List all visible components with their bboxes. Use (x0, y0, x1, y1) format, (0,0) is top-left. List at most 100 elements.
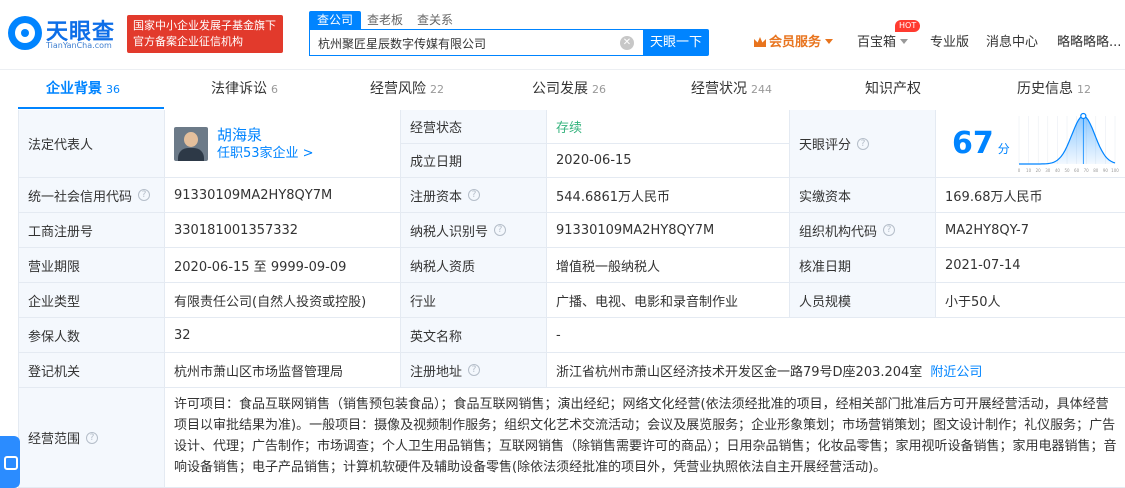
scope-label-cell: 经营范围? (19, 388, 165, 488)
vip-service-label: 会员服务 (769, 35, 822, 50)
side-float-button[interactable] (0, 436, 20, 488)
tab-company-development[interactable]: 公司发展 26 (532, 71, 606, 109)
help-icon[interactable]: ? (883, 224, 896, 236)
legal-rep-cell: 胡海泉 任职53家企业 > (165, 110, 401, 178)
address-label: 注册地址 (410, 364, 463, 380)
tab-count: 26 (592, 83, 606, 96)
address-value: 浙江省杭州市萧山区经济技术开发区金一路79号D座203.204室 (556, 364, 923, 380)
approval-date-label: 核准日期 (790, 248, 936, 283)
paid-capital-label: 实缴资本 (790, 178, 936, 213)
nearby-companies-link[interactable]: 附近公司 (930, 361, 982, 380)
tab-business-risk[interactable]: 经营风险 22 (370, 71, 444, 109)
pro-version-link[interactable]: 专业版 (930, 34, 969, 52)
score-tick-label: 20 (1036, 168, 1042, 173)
industry-label: 行业 (401, 283, 547, 318)
english-name-value: - (547, 318, 1125, 353)
score-tick-label: 90 (1103, 168, 1109, 173)
tab-label: 经营风险 (370, 81, 426, 97)
search-tab-boss[interactable]: 查老板 (367, 11, 403, 29)
help-icon[interactable]: ? (468, 189, 481, 201)
status-value: 存续 (547, 110, 790, 144)
industry-value: 广播、电视、电影和录音制作业 (547, 283, 790, 318)
search-input[interactable]: 杭州聚匠星辰数字传媒有限公司 ✕ (309, 29, 643, 56)
score-label-cell: 天眼评分? (790, 110, 936, 178)
search-input-value: 杭州聚匠星辰数字传媒有限公司 (318, 37, 487, 51)
tab-company-background[interactable]: 企业背景 36 (46, 71, 120, 109)
credit-code-label-cell: 统一社会信用代码? (19, 178, 165, 213)
status-label: 经营状态 (401, 110, 547, 144)
tab-intellectual-property[interactable]: 知识产权 (865, 71, 921, 109)
score-unit: 分 (997, 142, 1010, 156)
vip-service-menu[interactable]: 会员服务 (754, 34, 834, 52)
company-info-table: 法定代表人 胡海泉 任职53家企业 > 经营状态 存续 成立日期 2020-06… (18, 110, 1125, 488)
taxpayer-id-label-cell: 纳税人识别号? (401, 213, 547, 248)
tab-label: 经营状况 (691, 81, 747, 97)
score-tick-label: 80 (1093, 168, 1099, 173)
tab-label: 企业背景 (46, 81, 102, 97)
help-icon[interactable]: ? (86, 431, 99, 444)
legal-rep-label: 法定代表人 (19, 110, 165, 178)
tab-count: 36 (106, 83, 120, 96)
taxpayer-id-label: 纳税人识别号 (410, 224, 489, 240)
tab-count: 6 (271, 83, 278, 96)
legal-rep-info: 胡海泉 任职53家企业 > (217, 125, 314, 163)
treasure-box-menu[interactable]: 百宝箱 (857, 34, 909, 52)
help-icon[interactable]: ? (468, 364, 481, 376)
address-label-cell: 注册地址? (401, 353, 547, 388)
search-tab-company[interactable]: 查公司 (309, 11, 362, 29)
score-value: 67 (952, 125, 994, 161)
biz-reg-no-value: 330181001357332 (165, 213, 401, 248)
legal-rep-positions-link[interactable]: 任职53家企业 > (217, 145, 314, 163)
staff-size-value: 小于50人 (936, 283, 1125, 318)
hot-badge: HOT (895, 20, 921, 32)
insured-value: 32 (165, 318, 401, 353)
legal-rep-avatar[interactable] (174, 126, 208, 161)
gov-badge-line1: 国家中小企业发展子基金旗下 (133, 19, 276, 32)
help-icon[interactable]: ? (138, 189, 151, 201)
gov-fund-badge: 国家中小企业发展子基金旗下 官方备案企业征信机构 (127, 15, 283, 53)
clear-icon[interactable]: ✕ (620, 36, 634, 50)
legal-rep-name-link[interactable]: 胡海泉 (217, 125, 314, 145)
help-icon[interactable]: ? (494, 224, 507, 236)
biz-reg-no-label: 工商注册号 (19, 213, 165, 248)
treasure-box-label: 百宝箱 (857, 35, 897, 50)
search-button[interactable]: 天眼一下 (643, 29, 709, 56)
score-tick-label: 50 (1064, 168, 1070, 173)
org-code-label: 组织机构代码 (799, 224, 878, 240)
score-tick-label: 0 (1018, 168, 1021, 173)
score-label: 天眼评分 (799, 138, 852, 153)
score-distribution-chart: 0 10 20 30 40 50 60 70 80 90 100 (1018, 112, 1119, 173)
gov-badge-line2: 官方备案企业征信机构 (133, 35, 243, 48)
reg-authority-label: 登记机关 (19, 353, 165, 388)
score-chart-ticks: 0 10 20 30 40 50 60 70 80 90 100 (1018, 168, 1119, 173)
taxpayer-id-value: 91330109MA2HY8QY7M (547, 213, 790, 248)
org-code-label-cell: 组织机构代码? (790, 213, 936, 248)
english-name-label: 英文名称 (401, 318, 547, 353)
staff-size-label: 人员规模 (790, 283, 936, 318)
tab-business-status[interactable]: 经营状况 244 (691, 71, 772, 109)
tab-count: 12 (1077, 83, 1091, 96)
chevron-down-icon (825, 39, 834, 44)
org-code-value: MA2HY8QY-7 (936, 213, 1125, 248)
chevron-down-icon (900, 39, 909, 44)
reg-capital-label-cell: 注册资本? (401, 178, 547, 213)
crown-icon (754, 37, 766, 47)
score-tick-label: 40 (1055, 168, 1061, 173)
tianyancha-logo[interactable]: 天眼查 TianYanCha.com (8, 14, 120, 54)
tab-label: 知识产权 (865, 81, 921, 97)
credit-code-value: 91330109MA2HY8QY7M (165, 178, 401, 213)
founded-label: 成立日期 (401, 144, 547, 178)
company-type-label: 企业类型 (19, 283, 165, 318)
reg-authority-value: 杭州市萧山区市场监督管理局 (165, 353, 401, 388)
message-center-link[interactable]: 消息中心 (986, 34, 1038, 52)
taxpayer-type-value: 增值税一般纳税人 (547, 248, 790, 283)
user-menu[interactable]: 略略略略... (1057, 34, 1121, 52)
insured-label: 参保人数 (19, 318, 165, 353)
tab-count: 244 (751, 83, 772, 96)
search-tab-relation[interactable]: 查关系 (417, 11, 453, 29)
tab-legal-litigation[interactable]: 法律诉讼 6 (211, 71, 278, 109)
score-tick-label: 70 (1084, 168, 1090, 173)
company-type-value: 有限责任公司(自然人投资或控股) (165, 283, 401, 318)
tab-history[interactable]: 历史信息 12 (1017, 71, 1091, 109)
help-icon[interactable]: ? (857, 137, 870, 150)
